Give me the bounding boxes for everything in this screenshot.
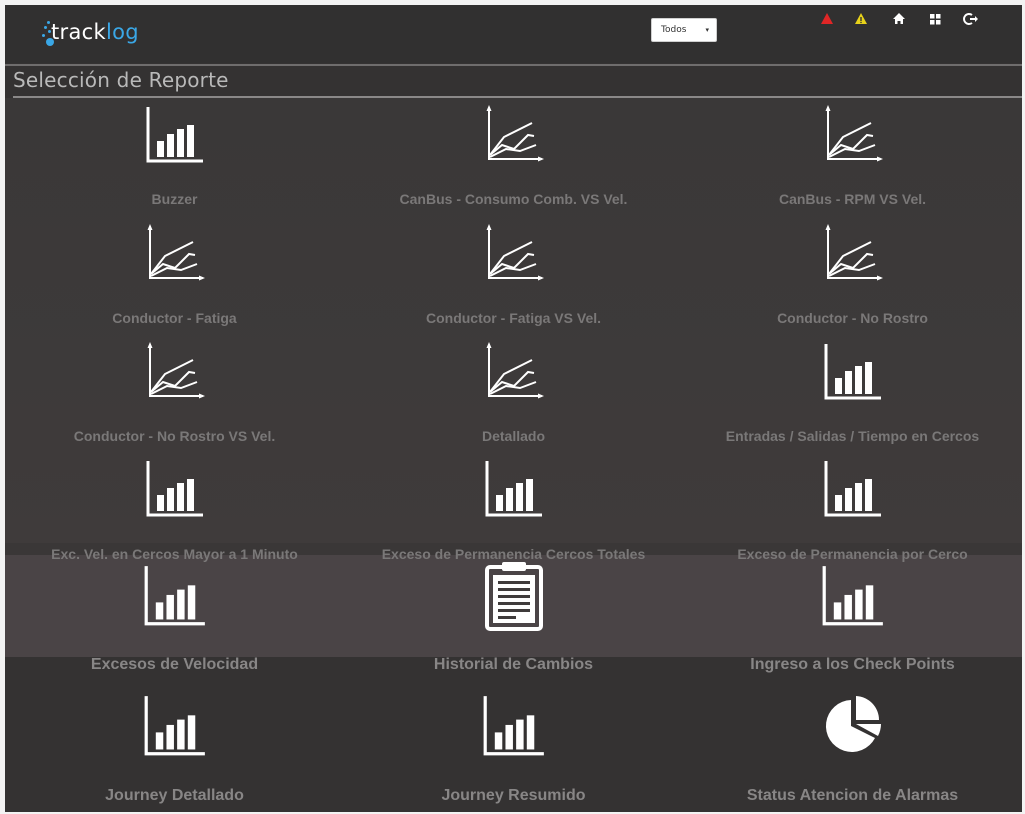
report-label[interactable]: Historial de Cambios — [344, 656, 683, 674]
report-tile[interactable]: Conductor - Fatiga — [5, 222, 344, 332]
line-chart-icon[interactable] — [484, 222, 544, 291]
report-label[interactable]: Entradas / Salidas / Tiempo en Cercos — [683, 428, 1022, 444]
line-chart-icon[interactable] — [145, 222, 205, 291]
tracklog-logo[interactable]: tracklog — [37, 15, 139, 49]
report-label[interactable]: Detallado — [344, 428, 683, 444]
alert-yellow-icon[interactable] — [853, 11, 869, 27]
report-label[interactable]: CanBus - RPM VS Vel. — [683, 191, 1022, 207]
report-tile[interactable]: Excesos de Velocidad — [5, 561, 344, 678]
bar-chart-icon[interactable] — [823, 457, 883, 526]
report-label[interactable]: Buzzer — [5, 191, 344, 207]
report-label[interactable]: Excesos de Velocidad — [5, 656, 344, 674]
report-tile[interactable]: Buzzer — [5, 103, 344, 213]
line-chart-icon[interactable] — [823, 222, 883, 291]
header-divider — [5, 64, 1022, 66]
logo-text: tracklog — [51, 20, 139, 44]
report-label[interactable]: Journey Detallado — [5, 787, 344, 805]
report-tile[interactable]: Status Atencion de Alarmas — [683, 691, 1022, 809]
report-tile[interactable]: Entradas / Salidas / Tiempo en Cercos — [683, 340, 1022, 450]
toolbar-icons — [819, 11, 989, 31]
bar-chart-icon[interactable] — [145, 103, 205, 172]
report-label[interactable]: CanBus - Consumo Comb. VS Vel. — [344, 191, 683, 207]
report-label[interactable]: Conductor - Fatiga — [5, 310, 344, 326]
report-tile[interactable]: Ingreso a los Check Points — [683, 561, 1022, 678]
report-tile[interactable]: Conductor - No Rostro VS Vel. — [5, 340, 344, 450]
bar-chart-icon[interactable] — [823, 340, 883, 409]
home-icon[interactable] — [891, 11, 907, 27]
line-chart-icon[interactable] — [484, 103, 544, 172]
report-tile[interactable]: Detallado — [344, 340, 683, 450]
report-label[interactable]: Status Atencion de Alarmas — [683, 787, 1022, 805]
bar-chart-icon[interactable] — [484, 457, 544, 526]
report-tile[interactable]: Conductor - No Rostro — [683, 222, 1022, 332]
report-tile[interactable]: Exceso de Permanencia por Cerco — [683, 457, 1022, 568]
report-tile[interactable]: Historial de Cambios — [344, 561, 683, 678]
page-title: Selección de Reporte — [13, 68, 229, 92]
report-tile[interactable]: Conductor - Fatiga VS Vel. — [344, 222, 683, 332]
report-tile[interactable]: CanBus - Consumo Comb. VS Vel. — [344, 103, 683, 213]
report-tile[interactable]: Exceso de Permanencia Cercos Totales — [344, 457, 683, 568]
bar-chart-icon[interactable] — [821, 561, 885, 636]
report-label[interactable]: Exc. Vel. en Cercos Mayor a 1 Minuto — [5, 546, 344, 562]
report-tile[interactable]: Journey Resumido — [344, 691, 683, 809]
report-label[interactable]: Conductor - Fatiga VS Vel. — [344, 310, 683, 326]
report-label[interactable]: Exceso de Permanencia por Cerco — [683, 546, 1022, 562]
report-label[interactable]: Exceso de Permanencia Cercos Totales — [344, 546, 683, 562]
pie-chart-icon[interactable] — [821, 691, 885, 766]
filter-select[interactable]: Todos ▾ — [651, 18, 717, 42]
logout-icon[interactable] — [963, 11, 979, 27]
logo-mark-icon — [37, 17, 57, 47]
report-label[interactable]: Ingreso a los Check Points — [683, 656, 1022, 674]
alert-red-icon[interactable] — [819, 11, 835, 27]
report-tile[interactable]: Journey Detallado — [5, 691, 344, 809]
chevron-down-icon: ▾ — [705, 26, 709, 34]
report-tile[interactable]: Exc. Vel. en Cercos Mayor a 1 Minuto — [5, 457, 344, 568]
line-chart-icon[interactable] — [823, 103, 883, 172]
clipboard-icon[interactable] — [483, 561, 545, 636]
bar-chart-icon[interactable] — [482, 691, 546, 766]
grid-icon[interactable] — [927, 11, 943, 27]
line-chart-icon[interactable] — [145, 340, 205, 409]
report-tile[interactable]: CanBus - RPM VS Vel. — [683, 103, 1022, 213]
report-label[interactable]: Conductor - No Rostro VS Vel. — [5, 428, 344, 444]
top-bar: tracklog Todos ▾ — [5, 5, 1022, 63]
filter-select-value: Todos — [661, 25, 687, 35]
bar-chart-icon[interactable] — [143, 561, 207, 636]
app-frame: tracklog Todos ▾ Selección de Reporte Bu… — [5, 5, 1022, 812]
bar-chart-icon[interactable] — [145, 457, 205, 526]
report-label[interactable]: Conductor - No Rostro — [683, 310, 1022, 326]
bar-chart-icon[interactable] — [143, 691, 207, 766]
line-chart-icon[interactable] — [484, 340, 544, 409]
report-label[interactable]: Journey Resumido — [344, 787, 683, 805]
